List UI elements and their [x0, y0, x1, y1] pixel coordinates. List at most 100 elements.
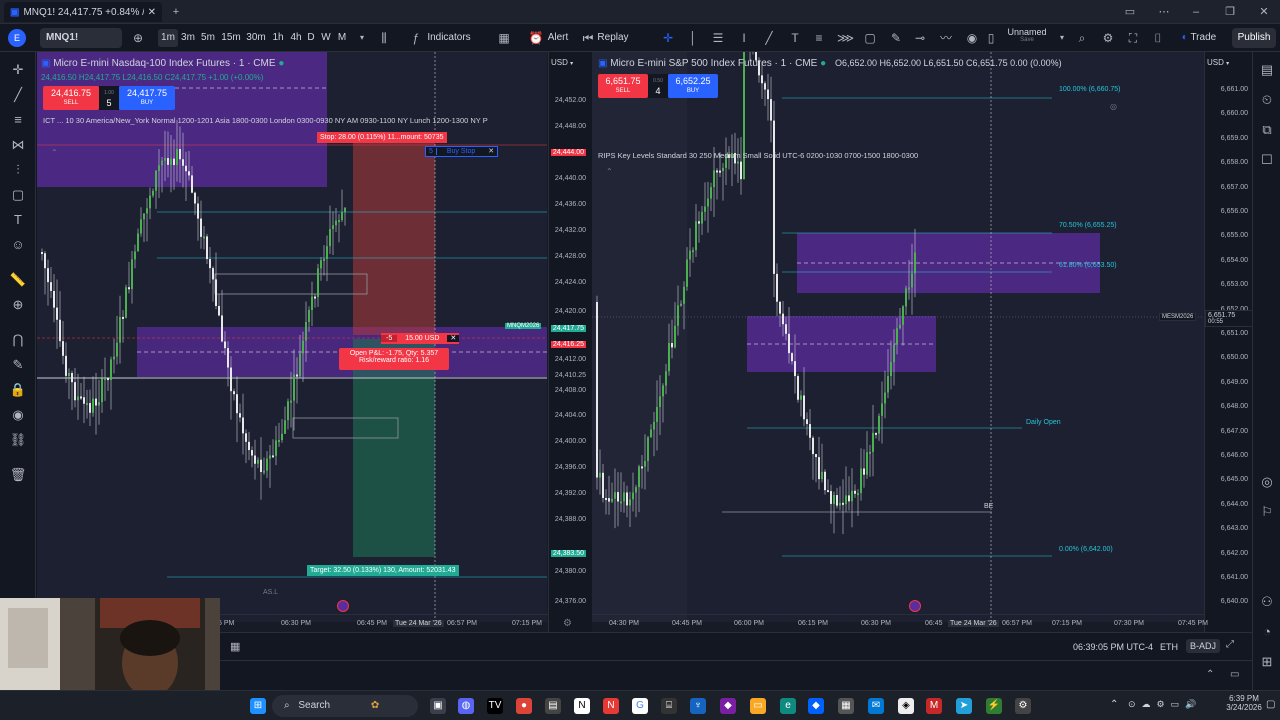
- maximize-pane-icon[interactable]: ⤢: [1226, 639, 1234, 650]
- windows-start-icon[interactable]: ⊞: [250, 698, 266, 714]
- interval-4h[interactable]: 4h: [289, 29, 303, 47]
- notion-icon[interactable]: N: [574, 698, 590, 714]
- left-chart-canvas[interactable]: [37, 52, 547, 622]
- app-grey-icon[interactable]: ▦: [838, 698, 854, 714]
- bell-icon[interactable]: ◔: [1257, 622, 1277, 642]
- collapse-legend-icon[interactable]: ⌃: [606, 167, 613, 176]
- event-icon[interactable]: [337, 600, 349, 612]
- panel-toggle-icon[interactable]: ▭: [1230, 669, 1239, 680]
- shapes-tool-icon[interactable]: ▢: [8, 185, 28, 205]
- settings-app-icon[interactable]: ⚙: [1015, 698, 1031, 714]
- pattern-tool-icon[interactable]: ⋈: [8, 135, 28, 155]
- position-order[interactable]: -5 15.00 USD ✕: [381, 333, 460, 344]
- lock-draw-icon[interactable]: ✎: [8, 355, 28, 375]
- trade-button[interactable]: ◐ Trade: [1176, 29, 1222, 47]
- trend-line-icon[interactable]: ╱: [761, 30, 777, 46]
- help-icon[interactable]: ⚇: [1257, 592, 1277, 612]
- right-time-scale[interactable]: 04:30 PM 04:45 PM 06:00 PM 06:15 PM 06:30 PM…: [592, 614, 1208, 632]
- chrome-icon[interactable]: ●: [516, 698, 532, 714]
- chevron-down-icon[interactable]: ▾: [354, 30, 370, 46]
- emoji-icon[interactable]: ☺: [8, 235, 28, 255]
- app-bw-icon[interactable]: ◈: [898, 698, 914, 714]
- sell-button[interactable]: 24,416.75 SELL: [43, 86, 99, 110]
- add-symbol-icon[interactable]: ⊕: [130, 30, 146, 46]
- buy-button[interactable]: 6,652.25 BUY: [668, 74, 718, 98]
- currency-selector[interactable]: USD ▾: [551, 58, 573, 67]
- gear-icon[interactable]: ⚙: [1100, 30, 1116, 46]
- interval-30m[interactable]: 30m: [246, 29, 266, 47]
- right-chart-canvas[interactable]: [592, 52, 1204, 622]
- notifications-icon[interactable]: ▢: [1266, 699, 1275, 710]
- maximize-icon[interactable]: ❐: [1220, 4, 1240, 20]
- buy-stop-order[interactable]: 5 Buy Stop ✕: [425, 146, 499, 157]
- chevron-down-icon[interactable]: ▾: [1054, 30, 1070, 46]
- close-order-icon[interactable]: ✕: [485, 148, 497, 155]
- watchlist-icon[interactable]: ▤: [1257, 60, 1277, 80]
- text-tool-icon[interactable]: T: [8, 210, 28, 230]
- interval-3m[interactable]: 3m: [180, 29, 196, 47]
- prediction-tool-icon[interactable]: ⫶: [8, 160, 28, 180]
- chart-type-icon[interactable]: ⫼: [376, 30, 392, 46]
- measure-icon[interactable]: 📏: [8, 270, 28, 290]
- rectangle-icon[interactable]: ▢: [862, 30, 878, 46]
- fib-icon[interactable]: ≡: [811, 30, 827, 46]
- order-qty[interactable]: 0.50 4: [648, 74, 668, 98]
- browser-tab[interactable]: ▣ MNQ1! 24,417.75 +0.84% / ✕: [4, 2, 162, 22]
- session-toggle[interactable]: ETH: [1160, 642, 1178, 652]
- edge-icon[interactable]: e: [780, 698, 796, 714]
- clock-display[interactable]: 06:39:05 PM UTC-4: [1073, 642, 1153, 652]
- right-chart-title[interactable]: Micro E-mini S&P 500 Index Futures · 1 ·…: [610, 58, 817, 69]
- close-position-icon[interactable]: ✕: [447, 335, 460, 342]
- pattern-icon[interactable]: ⋙: [837, 30, 854, 46]
- layers-icon[interactable]: ⧉: [1257, 120, 1277, 140]
- path-icon[interactable]: 〰: [938, 30, 954, 46]
- file-explorer-icon[interactable]: ▭: [750, 698, 766, 714]
- eye-hidden-icon[interactable]: ◎: [1110, 102, 1117, 111]
- outlook-icon[interactable]: ✉: [868, 698, 884, 714]
- magnet-tool-icon[interactable]: ⋂: [8, 330, 28, 350]
- indicators-icon[interactable]: ƒ: [408, 30, 424, 46]
- search-icon[interactable]: ⌕: [1074, 30, 1090, 46]
- text-cursor-icon[interactable]: I: [736, 30, 752, 46]
- tray-chevron-icon[interactable]: ⌃: [1110, 699, 1118, 710]
- publish-button[interactable]: Publish: [1232, 28, 1276, 48]
- google-icon[interactable]: G: [632, 698, 648, 714]
- right-chart-pane[interactable]: ▣ Micro E-mini S&P 500 Index Futures · 1…: [592, 52, 1252, 632]
- magnet-icon[interactable]: ◉: [964, 30, 980, 46]
- replay-button[interactable]: Replay: [597, 29, 629, 47]
- trendline-tool-icon[interactable]: ╱: [8, 85, 28, 105]
- notification-icon[interactable]: ⚐: [1257, 502, 1277, 522]
- trash-icon[interactable]: 🗑: [8, 465, 28, 485]
- interval-m[interactable]: M: [337, 29, 347, 47]
- indicator-legend[interactable]: ICT ... 10 30 America/New_York Normal 12…: [43, 116, 545, 125]
- taskbar-clock[interactable]: 6:39 PM 3/24/2026: [1226, 694, 1262, 712]
- alert-icon[interactable]: ⏰: [528, 30, 544, 46]
- tradingview-icon[interactable]: TV: [487, 698, 503, 714]
- left-price-scale[interactable]: USD ▾ 24,452.00 24,448.00 24,444.00 24,440.…: [505, 52, 590, 632]
- interval-1h[interactable]: 1h: [271, 29, 285, 47]
- ruler-icon[interactable]: ⊸: [912, 30, 928, 46]
- link-icon[interactable]: ⛓: [8, 430, 28, 450]
- app-icon[interactable]: ▤: [545, 698, 561, 714]
- alert-button[interactable]: Alert: [546, 29, 570, 47]
- left-chart-title[interactable]: Micro E-mini Nasdaq-100 Index Futures · …: [53, 58, 275, 69]
- copilot-icon[interactable]: ◆: [720, 698, 736, 714]
- cast-icon[interactable]: ▭: [1120, 4, 1140, 20]
- stop-label[interactable]: Stop: 28.00 (0.115%) 11...mount: 50735: [317, 132, 447, 143]
- currency-selector[interactable]: USD ▾: [1207, 58, 1229, 67]
- taskbar-search[interactable]: ⌕ Search ✿: [272, 695, 418, 717]
- chat-icon[interactable]: ☐: [1257, 150, 1277, 170]
- indicators-button[interactable]: Indicators: [426, 29, 472, 47]
- zoom-icon[interactable]: ⊕: [8, 295, 28, 315]
- templates-icon[interactable]: ▦: [496, 30, 512, 46]
- brush-icon[interactable]: ✎: [888, 30, 904, 46]
- close-window-icon[interactable]: ✕: [1254, 4, 1274, 20]
- symbol-search-input[interactable]: MNQ1!: [40, 28, 122, 48]
- app-dark-icon[interactable]: ⌸: [661, 698, 677, 714]
- tray-icons[interactable]: ⊙☁⚙▭🔊: [1128, 699, 1202, 710]
- left-chart-pane[interactable]: ▣ Micro E-mini Nasdaq-100 Index Futures …: [37, 52, 590, 632]
- eye-icon[interactable]: ◉: [8, 405, 28, 425]
- collapse-legend-icon[interactable]: ⌃: [51, 148, 58, 157]
- app-blue-icon[interactable]: ♆: [690, 698, 706, 714]
- interval-w[interactable]: W: [321, 29, 331, 47]
